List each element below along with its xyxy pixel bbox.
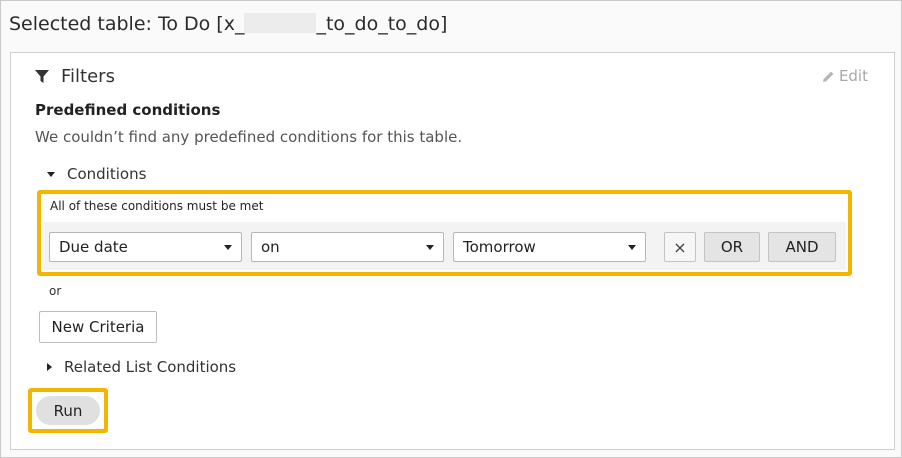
- conditions-group: All of these conditions must be met Due …: [37, 190, 852, 276]
- chevron-down-icon: [628, 244, 636, 250]
- window-frame: Selected table: To Do [x_ _to_do_to_do] F…: [0, 0, 902, 458]
- title-prefix: Selected table: To Do [x_: [9, 13, 245, 35]
- redacted-block: [244, 13, 317, 33]
- filters-header: Filters: [35, 66, 115, 87]
- value-select[interactable]: Tomorrow: [453, 232, 646, 262]
- related-list-toggle-label: Related List Conditions: [64, 358, 237, 376]
- conditions-toggle[interactable]: Conditions: [47, 165, 146, 183]
- value-select-value: Tomorrow: [463, 238, 536, 256]
- condition-row: Due date on Tomorrow × OR AND: [43, 222, 846, 270]
- field-select[interactable]: Due date: [49, 232, 242, 262]
- new-criteria-button[interactable]: New Criteria: [39, 311, 157, 343]
- related-list-toggle[interactable]: Related List Conditions: [47, 358, 236, 376]
- chevron-down-icon: [426, 244, 434, 250]
- close-icon: ×: [673, 237, 687, 257]
- filter-icon: [35, 69, 49, 83]
- run-highlight: Run: [28, 388, 108, 433]
- caret-down-icon: [47, 171, 55, 177]
- page-title: Selected table: To Do [x_ _to_do_to_do]: [9, 13, 447, 35]
- and-button[interactable]: AND: [768, 232, 836, 262]
- run-button[interactable]: Run: [36, 396, 100, 425]
- filters-panel: Filters Edit Predefined conditions We co…: [10, 52, 895, 450]
- conditions-toggle-label: Conditions: [67, 165, 147, 183]
- filters-heading: Filters: [61, 66, 115, 87]
- remove-condition-button[interactable]: ×: [664, 232, 696, 262]
- or-separator: or: [49, 284, 62, 298]
- chevron-down-icon: [224, 244, 232, 250]
- predefined-conditions-title: Predefined conditions: [35, 101, 221, 119]
- caret-right-icon: [47, 363, 52, 371]
- operator-select-value: on: [261, 238, 280, 256]
- conditions-caption: All of these conditions must be met: [50, 199, 264, 213]
- field-select-value: Due date: [59, 238, 128, 256]
- pencil-icon: [822, 71, 834, 82]
- edit-link[interactable]: Edit: [822, 67, 868, 85]
- title-suffix: _to_do_to_do]: [316, 13, 448, 35]
- or-button[interactable]: OR: [704, 232, 760, 262]
- predefined-conditions-message: We couldn’t find any predefined conditio…: [35, 128, 463, 146]
- operator-select[interactable]: on: [251, 232, 444, 262]
- edit-label: Edit: [838, 67, 868, 85]
